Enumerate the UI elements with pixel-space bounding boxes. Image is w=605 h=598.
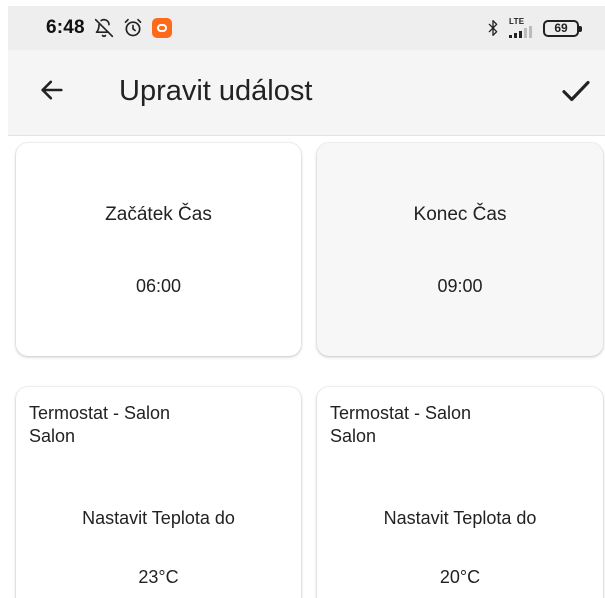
back-button[interactable]: [36, 76, 68, 108]
start-time-card[interactable]: Začátek Čas 06:00: [16, 143, 301, 356]
status-time: 6:48: [46, 17, 85, 38]
lte-signal-icon: LTE: [509, 18, 535, 38]
bluetooth-icon: [485, 18, 501, 38]
device-name: Termostat - Salon: [29, 403, 171, 423]
start-time-label: Začátek Čas: [105, 204, 212, 225]
status-bar: 6:48 LTE 69: [8, 6, 605, 50]
notifications-off-icon: [94, 18, 114, 38]
end-time-value: 09:00: [437, 276, 483, 296]
save-button[interactable]: [557, 74, 595, 112]
start-time-value: 06:00: [135, 276, 182, 296]
action-label: Nastavit Teplota do: [383, 508, 537, 528]
check-icon: [559, 74, 593, 113]
room-name: Salon: [330, 426, 377, 446]
temperature-value: 23°C: [138, 567, 179, 587]
network-label: LTE: [509, 17, 525, 26]
battery-level: 69: [554, 21, 568, 35]
page-title: Upravit událost: [119, 75, 313, 107]
start-action-card[interactable]: Termostat - Salon Salon Nastavit Teplota…: [16, 387, 301, 598]
battery-icon: 69: [543, 19, 582, 37]
end-action-card[interactable]: Termostat - Salon Salon Nastavit Teplota…: [317, 387, 603, 598]
app-notification-icon: [151, 18, 172, 38]
temperature-value: 20°C: [439, 567, 481, 587]
action-label: Nastavit Teplota do: [82, 508, 235, 528]
status-right-icons: LTE 69: [485, 18, 582, 38]
end-time-label: Konec Čas: [413, 204, 507, 225]
app-bar: Upravit událost: [8, 50, 605, 136]
room-name: Salon: [29, 426, 76, 446]
alarm-icon: [123, 18, 143, 38]
status-left-icons: [94, 18, 172, 38]
end-time-card[interactable]: Konec Čas 09:00: [317, 143, 603, 356]
device-name: Termostat - Salon: [330, 403, 472, 423]
arrow-left-icon: [38, 76, 66, 109]
screen: 6:48 LTE 69 Upravit událost Začátek Čas …: [0, 0, 605, 598]
